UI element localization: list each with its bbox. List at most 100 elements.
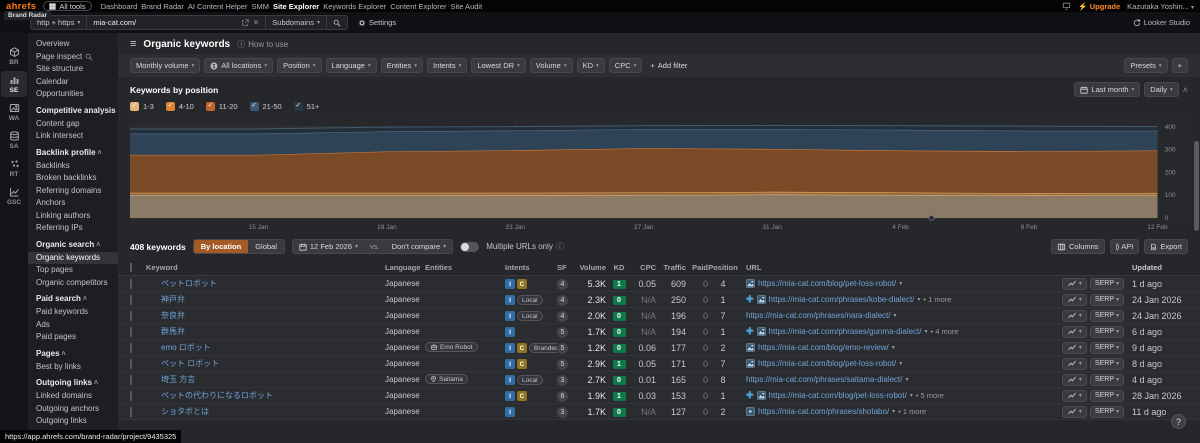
column-header-traffic[interactable]: Traffic bbox=[656, 263, 686, 272]
sidebar-item-ads[interactable]: Ads bbox=[28, 319, 118, 332]
volume-value[interactable]: 1.2K bbox=[587, 342, 606, 353]
serp-button[interactable]: SERP ▾ bbox=[1089, 405, 1124, 418]
keyword-link[interactable]: ショタボとは bbox=[161, 406, 385, 417]
column-header-cpc[interactable]: CPC bbox=[630, 263, 656, 272]
legend-checkbox[interactable]: ✓ bbox=[130, 102, 139, 111]
keyword-link[interactable]: 群馬弁 bbox=[161, 326, 385, 337]
position-history-button[interactable]: ▾ bbox=[1061, 405, 1087, 418]
search-button[interactable] bbox=[327, 16, 347, 29]
volume-value[interactable]: 1.7K bbox=[587, 326, 606, 337]
url-link[interactable]: https://mia-cat.com/phrases/kobe-dialect… bbox=[769, 295, 915, 304]
column-header-position[interactable]: Position bbox=[708, 263, 738, 272]
chevron-down-icon[interactable]: ▾ bbox=[892, 344, 895, 351]
nav-item-ai-content-helper[interactable]: AI Content Helper bbox=[186, 2, 250, 11]
vertical-scrollbar[interactable] bbox=[1194, 141, 1199, 231]
more-urls-link[interactable]: • 4 more bbox=[931, 327, 959, 336]
date-range-select[interactable]: Last month ▾ bbox=[1074, 82, 1141, 97]
sidebar-item-broken-backlinks[interactable]: Broken backlinks bbox=[28, 172, 118, 185]
sidebar-item-paid-keywords[interactable]: Paid keywords bbox=[28, 306, 118, 319]
filter-all-locations[interactable]: All locations ▾ bbox=[204, 58, 274, 73]
keyword-link[interactable]: emo ロボット bbox=[161, 342, 385, 353]
select-all-checkbox[interactable] bbox=[130, 263, 146, 272]
keyword-link[interactable]: 奈良弁 bbox=[161, 310, 385, 321]
target-domain-input[interactable]: mia-cat.com/ ✕ bbox=[87, 16, 265, 29]
legend-item-11-20[interactable]: ✓ 11-20 bbox=[205, 102, 238, 111]
serp-button[interactable]: SERP ▾ bbox=[1089, 325, 1124, 338]
url-link[interactable]: https://mia-cat.com/phrases/shotabo/ bbox=[758, 407, 889, 416]
sidebar-item-calendar[interactable]: Calendar bbox=[28, 76, 118, 89]
url-link[interactable]: https://mia-cat.com/phrases/nara-dialect… bbox=[746, 311, 891, 320]
sf-badge[interactable]: 4 bbox=[557, 278, 568, 290]
position-history-button[interactable]: ▾ bbox=[1061, 389, 1087, 402]
sidebar-item-linked-domains[interactable]: Linked domains bbox=[28, 390, 118, 403]
chevron-down-icon[interactable]: ▾ bbox=[925, 328, 928, 335]
column-header-kd[interactable]: KD bbox=[608, 263, 630, 272]
rail-item-rt[interactable]: RT bbox=[1, 155, 27, 181]
sidebar-section-header[interactable]: Outgoing links ˄ bbox=[28, 373, 118, 390]
presets-button[interactable]: Presets ▾ bbox=[1124, 58, 1168, 73]
sidebar-item-referring-ips[interactable]: Referring IPs bbox=[28, 222, 118, 235]
sidebar-item-backlinks[interactable]: Backlinks bbox=[28, 160, 118, 173]
chevron-down-icon[interactable]: ▾ bbox=[906, 376, 909, 383]
column-header-intents[interactable]: Intents bbox=[505, 263, 557, 272]
checkbox[interactable] bbox=[130, 310, 132, 321]
legend-checkbox[interactable]: ✓ bbox=[205, 102, 215, 111]
column-header-keyword[interactable]: Keyword bbox=[146, 263, 385, 272]
clear-icon[interactable]: ✕ bbox=[253, 18, 259, 27]
position-history-button[interactable]: ▾ bbox=[1061, 325, 1087, 338]
chevron-down-icon[interactable]: ▾ bbox=[894, 312, 897, 319]
column-header-language[interactable]: Language bbox=[385, 263, 425, 272]
sidebar-item-organic-keywords[interactable]: Organic keywords bbox=[28, 251, 118, 264]
ai-overview-plus-icon[interactable]: ✚ bbox=[746, 390, 754, 401]
checkbox[interactable] bbox=[130, 278, 132, 289]
sf-badge[interactable]: 3 bbox=[557, 406, 568, 418]
url-link[interactable]: https://mia-cat.com/phrases/gunma-dialec… bbox=[769, 327, 922, 336]
sidebar-section-header[interactable]: Competitive analysis ˄ bbox=[28, 101, 118, 118]
upgrade-button[interactable]: ⚡ Upgrade bbox=[1078, 2, 1120, 11]
keyword-link[interactable]: ペット ロボット bbox=[161, 358, 385, 369]
table-date-select[interactable]: 12 Feb 2026 ▾ bbox=[293, 240, 364, 253]
settings-button[interactable]: Settings bbox=[358, 18, 396, 27]
compare-select[interactable]: Don't compare ▾ bbox=[386, 240, 453, 253]
sidebar-item-paid-pages[interactable]: Paid pages bbox=[28, 331, 118, 344]
sf-badge[interactable]: 5 bbox=[557, 358, 568, 370]
more-urls-link[interactable]: • 1 more bbox=[923, 295, 951, 304]
rail-item-sa[interactable]: SA bbox=[1, 127, 27, 153]
sidebar-section-header[interactable]: Pages ˄ bbox=[28, 344, 118, 361]
entity-badge[interactable]: Emo Robot bbox=[425, 342, 478, 352]
checkbox[interactable] bbox=[130, 263, 132, 272]
menu-icon[interactable]: ≡ bbox=[130, 38, 136, 50]
position-history-button[interactable]: ▾ bbox=[1061, 357, 1087, 370]
position-history-button[interactable]: ▾ bbox=[1061, 309, 1087, 322]
sidebar-item-page-inspect[interactable]: Page inspect bbox=[28, 51, 118, 64]
legend-checkbox[interactable]: ✓ bbox=[293, 102, 303, 111]
rail-item-wa[interactable]: WA bbox=[1, 99, 27, 125]
serp-button[interactable]: SERP ▾ bbox=[1089, 357, 1124, 370]
sidebar-item-best-by-links[interactable]: Best by links bbox=[28, 361, 118, 374]
legend-item-1-3[interactable]: ✓ 1-3 bbox=[130, 102, 154, 111]
sidebar-item-link-intersect[interactable]: Link intersect bbox=[28, 130, 118, 143]
url-link[interactable]: https://mia-cat.com/blog/pet-loss-robot/ bbox=[758, 359, 896, 368]
nav-item-site-explorer[interactable]: Site Explorer bbox=[271, 2, 321, 11]
sidebar-item-outgoing-anchors[interactable]: Outgoing anchors bbox=[28, 403, 118, 416]
volume-value[interactable]: 2.0K bbox=[587, 310, 606, 321]
sf-badge[interactable]: 6 bbox=[557, 390, 568, 402]
sidebar-item-outgoing-links[interactable]: Outgoing links bbox=[28, 415, 118, 428]
monitor-icon[interactable] bbox=[1062, 2, 1071, 10]
position-history-button[interactable]: ▾ bbox=[1061, 373, 1087, 386]
filter-lowest-dr[interactable]: Lowest DR ▾ bbox=[471, 58, 526, 73]
sf-badge[interactable]: 4 bbox=[557, 294, 568, 306]
sidebar-item-organic-competitors[interactable]: Organic competitors bbox=[28, 277, 118, 290]
filter-cpc[interactable]: CPC ▾ bbox=[608, 58, 643, 73]
keyword-link[interactable]: 神戸弁 bbox=[161, 294, 385, 305]
filter-volume[interactable]: Volume ▾ bbox=[529, 58, 573, 73]
sidebar-item-opportunities[interactable]: Opportunities bbox=[28, 88, 118, 101]
volume-value[interactable]: 1.9K bbox=[587, 390, 606, 401]
serp-button[interactable]: SERP ▾ bbox=[1089, 373, 1124, 386]
granularity-select[interactable]: Daily ▾ bbox=[1144, 82, 1179, 97]
sf-badge[interactable]: 5 bbox=[557, 326, 568, 338]
url-link[interactable]: https://mia-cat.com/blog/pet-loss-robot/ bbox=[758, 279, 896, 288]
table-button-columns[interactable]: Columns bbox=[1050, 239, 1105, 254]
checkbox[interactable] bbox=[130, 406, 132, 417]
serp-button[interactable]: SERP ▾ bbox=[1089, 293, 1124, 306]
